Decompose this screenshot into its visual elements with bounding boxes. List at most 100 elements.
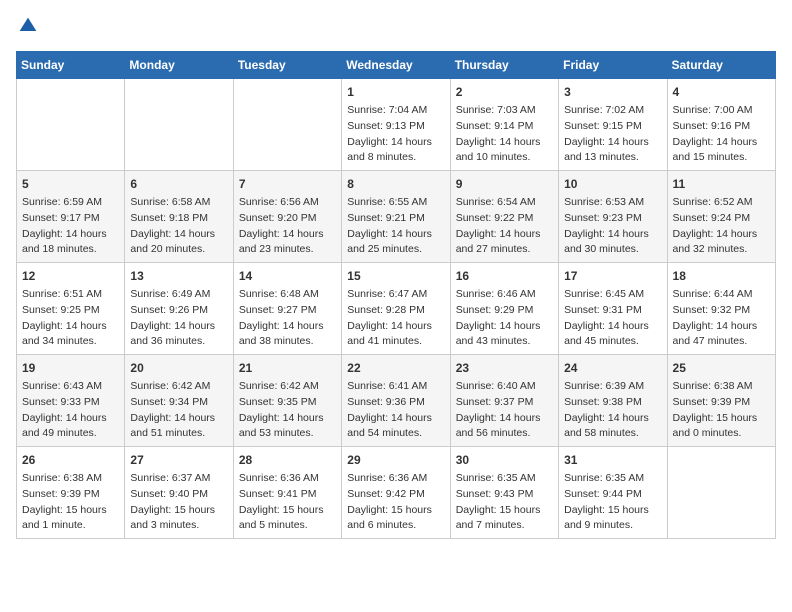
day-content-line: and 1 minute. xyxy=(22,519,86,531)
day-number: 5 xyxy=(22,175,119,193)
day-content-line: and 6 minutes. xyxy=(347,519,416,531)
day-content: Sunrise: 6:36 AMSunset: 9:42 PMDaylight:… xyxy=(347,471,444,534)
day-content-line: and 54 minutes. xyxy=(347,427,422,439)
day-cell: 31Sunrise: 6:35 AMSunset: 9:44 PMDayligh… xyxy=(559,447,667,539)
day-content-line: Sunrise: 6:45 AM xyxy=(564,288,644,300)
day-content-line: Sunrise: 6:55 AM xyxy=(347,196,427,208)
header-cell-wednesday: Wednesday xyxy=(342,52,450,79)
day-content-line: and 25 minutes. xyxy=(347,243,422,255)
day-number: 25 xyxy=(673,359,770,377)
day-number: 18 xyxy=(673,267,770,285)
day-cell: 25Sunrise: 6:38 AMSunset: 9:39 PMDayligh… xyxy=(667,355,775,447)
day-content: Sunrise: 7:00 AMSunset: 9:16 PMDaylight:… xyxy=(673,103,770,166)
day-cell: 10Sunrise: 6:53 AMSunset: 9:23 PMDayligh… xyxy=(559,171,667,263)
day-content-line: Sunset: 9:18 PM xyxy=(130,212,208,224)
day-cell: 2Sunrise: 7:03 AMSunset: 9:14 PMDaylight… xyxy=(450,79,558,171)
day-number: 2 xyxy=(456,83,553,101)
day-content-line: Sunset: 9:43 PM xyxy=(456,488,534,500)
day-content-line: Sunrise: 6:40 AM xyxy=(456,380,536,392)
day-number: 27 xyxy=(130,451,227,469)
calendar-body: 1Sunrise: 7:04 AMSunset: 9:13 PMDaylight… xyxy=(17,79,776,539)
day-content-line: Sunrise: 7:03 AM xyxy=(456,104,536,116)
day-content-line: Sunset: 9:22 PM xyxy=(456,212,534,224)
day-content-line: Sunset: 9:23 PM xyxy=(564,212,642,224)
day-content-line: Sunset: 9:40 PM xyxy=(130,488,208,500)
header-cell-monday: Monday xyxy=(125,52,233,79)
day-cell: 29Sunrise: 6:36 AMSunset: 9:42 PMDayligh… xyxy=(342,447,450,539)
header-cell-thursday: Thursday xyxy=(450,52,558,79)
day-cell: 4 Sunrise: 7:00 AMSunset: 9:16 PMDaylight… xyxy=(667,79,775,171)
day-content: Sunrise: 6:52 AMSunset: 9:24 PMDaylight:… xyxy=(673,195,770,258)
day-content-line: and 43 minutes. xyxy=(456,335,531,347)
week-row-1: 1Sunrise: 7:04 AMSunset: 9:13 PMDaylight… xyxy=(17,79,776,171)
day-content-line: Daylight: 15 hours xyxy=(130,504,215,516)
day-content-line: Sunset: 9:27 PM xyxy=(239,304,317,316)
day-content: Sunrise: 6:51 AMSunset: 9:25 PMDaylight:… xyxy=(22,287,119,350)
day-content-line: and 15 minutes. xyxy=(673,151,748,163)
day-content-line: Daylight: 14 hours xyxy=(22,412,107,424)
day-number: 24 xyxy=(564,359,661,377)
day-content-line: and 3 minutes. xyxy=(130,519,199,531)
day-content-line: Sunrise: 6:42 AM xyxy=(239,380,319,392)
day-content-line: Sunrise: 6:56 AM xyxy=(239,196,319,208)
day-content-line: Daylight: 14 hours xyxy=(130,320,215,332)
day-content-line: Sunset: 9:21 PM xyxy=(347,212,425,224)
day-content-line: and 56 minutes. xyxy=(456,427,531,439)
day-content-line: and 49 minutes. xyxy=(22,427,97,439)
day-number: 3 xyxy=(564,83,661,101)
day-content: Sunrise: 6:37 AMSunset: 9:40 PMDaylight:… xyxy=(130,471,227,534)
day-content: Sunrise: 6:54 AMSunset: 9:22 PMDaylight:… xyxy=(456,195,553,258)
day-content-line: and 18 minutes. xyxy=(22,243,97,255)
day-cell: 12Sunrise: 6:51 AMSunset: 9:25 PMDayligh… xyxy=(17,263,125,355)
day-content-line: Sunset: 9:17 PM xyxy=(22,212,100,224)
day-content: Sunrise: 6:42 AMSunset: 9:34 PMDaylight:… xyxy=(130,379,227,442)
day-cell: 13Sunrise: 6:49 AMSunset: 9:26 PMDayligh… xyxy=(125,263,233,355)
day-cell: 22Sunrise: 6:41 AMSunset: 9:36 PMDayligh… xyxy=(342,355,450,447)
day-content: Sunrise: 6:39 AMSunset: 9:38 PMDaylight:… xyxy=(564,379,661,442)
day-number: 22 xyxy=(347,359,444,377)
day-content-line: Daylight: 14 hours xyxy=(673,136,758,148)
week-row-4: 19Sunrise: 6:43 AMSunset: 9:33 PMDayligh… xyxy=(17,355,776,447)
header-cell-saturday: Saturday xyxy=(667,52,775,79)
day-number: 8 xyxy=(347,175,444,193)
day-content-line: Sunset: 9:44 PM xyxy=(564,488,642,500)
day-number: 31 xyxy=(564,451,661,469)
day-number: 4 xyxy=(673,83,770,101)
day-content-line: Sunset: 9:32 PM xyxy=(673,304,751,316)
day-content-line: and 10 minutes. xyxy=(456,151,531,163)
day-cell: 26Sunrise: 6:38 AMSunset: 9:39 PMDayligh… xyxy=(17,447,125,539)
day-number: 6 xyxy=(130,175,227,193)
day-content-line: Sunset: 9:41 PM xyxy=(239,488,317,500)
day-content-line: Sunrise: 6:59 AM xyxy=(22,196,102,208)
day-content-line: Sunset: 9:31 PM xyxy=(564,304,642,316)
day-number: 11 xyxy=(673,175,770,193)
day-content-line: Sunset: 9:37 PM xyxy=(456,396,534,408)
day-content-line: Sunrise: 7:02 AM xyxy=(564,104,644,116)
day-content-line: Daylight: 14 hours xyxy=(456,136,541,148)
day-cell: 15Sunrise: 6:47 AMSunset: 9:28 PMDayligh… xyxy=(342,263,450,355)
day-number: 15 xyxy=(347,267,444,285)
day-content: Sunrise: 6:42 AMSunset: 9:35 PMDaylight:… xyxy=(239,379,336,442)
day-content-line: and 32 minutes. xyxy=(673,243,748,255)
day-content-line: and 8 minutes. xyxy=(347,151,416,163)
day-number: 17 xyxy=(564,267,661,285)
day-cell: 18Sunrise: 6:44 AMSunset: 9:32 PMDayligh… xyxy=(667,263,775,355)
day-number: 26 xyxy=(22,451,119,469)
day-content-line: Sunset: 9:25 PM xyxy=(22,304,100,316)
day-content-line: Daylight: 14 hours xyxy=(347,320,432,332)
day-number: 9 xyxy=(456,175,553,193)
day-content-line: and 36 minutes. xyxy=(130,335,205,347)
day-content: Sunrise: 6:35 AMSunset: 9:43 PMDaylight:… xyxy=(456,471,553,534)
day-content-line: Sunrise: 6:36 AM xyxy=(239,472,319,484)
day-content-line: Daylight: 14 hours xyxy=(130,228,215,240)
day-content-line: Daylight: 14 hours xyxy=(456,228,541,240)
day-cell: 30Sunrise: 6:35 AMSunset: 9:43 PMDayligh… xyxy=(450,447,558,539)
day-content-line: Sunset: 9:29 PM xyxy=(456,304,534,316)
calendar-table: SundayMondayTuesdayWednesdayThursdayFrid… xyxy=(16,51,776,539)
day-content: Sunrise: 6:45 AMSunset: 9:31 PMDaylight:… xyxy=(564,287,661,350)
day-content-line: Sunset: 9:15 PM xyxy=(564,120,642,132)
day-content-line: Daylight: 14 hours xyxy=(130,412,215,424)
day-content-line: Daylight: 15 hours xyxy=(673,412,758,424)
day-content-line: Daylight: 14 hours xyxy=(239,412,324,424)
calendar-header: SundayMondayTuesdayWednesdayThursdayFrid… xyxy=(17,52,776,79)
